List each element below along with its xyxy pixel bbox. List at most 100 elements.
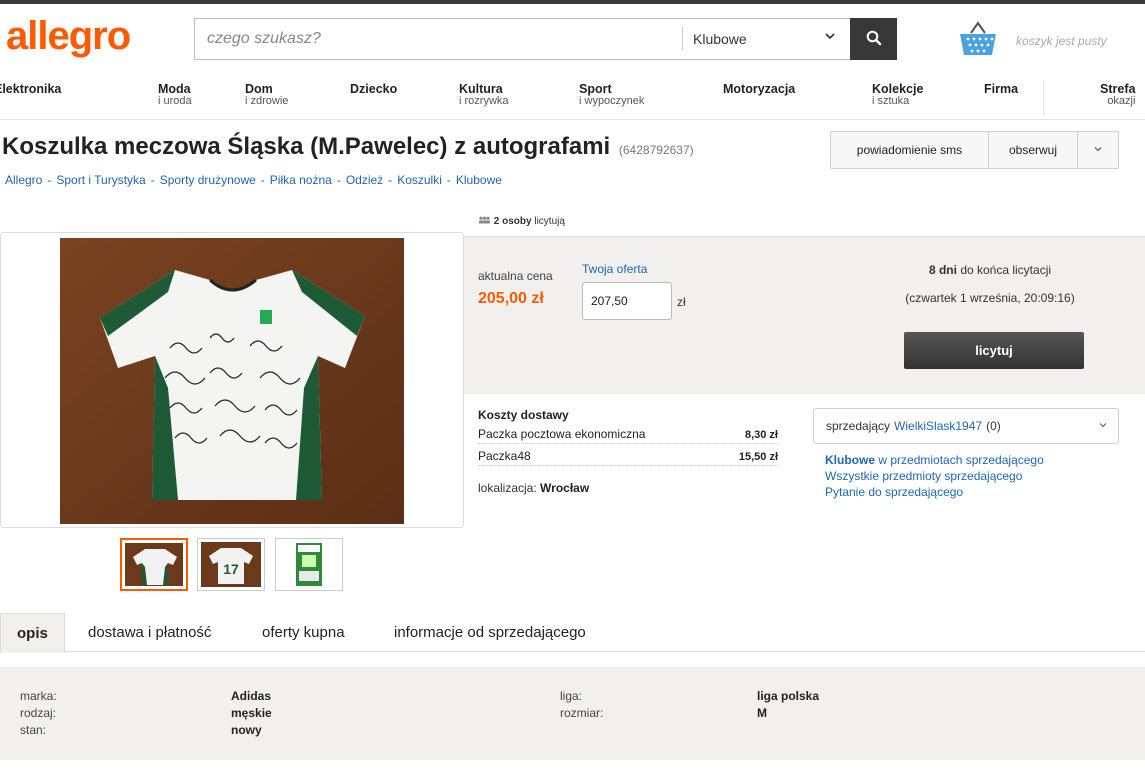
- more-options-button[interactable]: [1078, 132, 1118, 168]
- seller-name-link[interactable]: WielkiSlask1947: [894, 419, 982, 433]
- param-label: liga:: [560, 689, 583, 703]
- category-divider: [1043, 80, 1044, 116]
- category-kultura[interactable]: Kultura i rozrywka: [459, 83, 509, 107]
- seller-all-items-link[interactable]: Wszystkie przedmioty sprzedającego: [825, 468, 1044, 484]
- param-label: stan:: [20, 723, 47, 737]
- tab-opis[interactable]: opis: [0, 613, 65, 653]
- category-dziecko[interactable]: Dziecko: [350, 83, 397, 96]
- category-sublabel: okazji: [1107, 95, 1136, 107]
- basket-status[interactable]: koszyk jest pusty: [1016, 34, 1107, 48]
- category-moda[interactable]: Moda i uroda: [158, 83, 192, 107]
- seller-category-bold: Klubowe: [825, 453, 875, 467]
- seller-prefix: sprzedający: [826, 419, 891, 433]
- bid-amount-input[interactable]: [582, 282, 672, 320]
- category-motoryzacja[interactable]: Motoryzacja: [723, 82, 796, 96]
- breadcrumb-item[interactable]: Sporty drużynowe: [160, 173, 256, 187]
- time-left: 8 dni do końca licytacji: [840, 263, 1140, 277]
- category-select[interactable]: Klubowe: [682, 27, 850, 51]
- category-label: Moda: [158, 82, 191, 96]
- location-value: Wrocław: [540, 481, 590, 495]
- category-label: Motoryzacja: [723, 82, 796, 96]
- days-left-suffix: do końca licytacji: [960, 263, 1052, 277]
- category-select-value: Klubowe: [693, 31, 747, 47]
- category-label: Sport: [579, 82, 612, 96]
- param-value: nowy: [231, 723, 262, 737]
- category-elektronika[interactable]: Elektronika: [0, 82, 62, 96]
- bidders-count: 2 osoby: [493, 216, 532, 227]
- breadcrumb-separator: -: [336, 173, 341, 187]
- breadcrumb: Allegro - Sport i Turystyka - Sporty drużyno…: [5, 173, 502, 187]
- page-title: Koszulka meczowa Śląska (M.Pawelec) z au…: [2, 133, 694, 161]
- search-button[interactable]: [850, 18, 897, 60]
- category-dom[interactable]: Dom i zdrowie: [245, 83, 288, 107]
- category-nav: Elektronika Moda i uroda Dom i zdrowie Dzi…: [0, 80, 1145, 120]
- thumbnail-2[interactable]: 17: [197, 538, 265, 591]
- end-date: (czwartek 1 września, 20:09:16): [905, 291, 1075, 305]
- chevron-down-icon: [1093, 143, 1103, 157]
- svg-text:17: 17: [223, 561, 239, 577]
- category-label: Firma: [984, 82, 1019, 96]
- shipping-option: Paczka pocztowa ekonomiczna 8,30 zł: [478, 426, 778, 444]
- allegro-logo[interactable]: allegro: [6, 14, 131, 59]
- tab-seller-info[interactable]: informacje od sprzedającego: [394, 613, 586, 652]
- shipping-costs: Koszty dostawy Paczka pocztowa ekonomicz…: [464, 395, 799, 531]
- ask-seller-link[interactable]: Pytanie do sprzedającego: [825, 484, 1044, 500]
- param-label: marka:: [20, 689, 57, 703]
- category-sublabel: i uroda: [158, 95, 192, 107]
- breadcrumb-item[interactable]: Odzież: [346, 173, 383, 187]
- breadcrumb-item[interactable]: Allegro: [5, 173, 42, 187]
- category-label: Elektronika: [0, 82, 62, 96]
- breadcrumb-item[interactable]: Koszulki: [397, 173, 442, 187]
- search-bar: Klubowe: [194, 18, 897, 60]
- category-sublabel: i rozrywka: [459, 95, 509, 107]
- breadcrumb-item[interactable]: Piłka nożna: [270, 173, 332, 187]
- category-sublabel: i zdrowie: [245, 95, 289, 107]
- watch-button[interactable]: obserwuj: [989, 132, 1078, 168]
- thumbnail-3[interactable]: [275, 538, 343, 591]
- search-input[interactable]: [195, 19, 682, 59]
- bidders-suffix: licytują: [534, 216, 565, 227]
- param-value: męskie: [231, 706, 272, 720]
- seller-category-link[interactable]: Klubowe w przedmiotach sprzedającego: [825, 452, 1044, 468]
- tabs-bar: opis dostawa i płatność oferty kupna inf…: [0, 613, 1145, 653]
- product-gallery: [0, 232, 464, 528]
- chevron-down-icon: [824, 30, 836, 45]
- sms-notification-button[interactable]: powiadomienie sms: [831, 132, 989, 168]
- category-strefa[interactable]: Strefa okazji: [1100, 83, 1135, 107]
- breadcrumb-separator: -: [260, 173, 265, 187]
- category-label: Kolekcje: [872, 82, 924, 96]
- seller-rating: (0): [986, 419, 1001, 433]
- currency-unit: zł: [677, 295, 686, 309]
- location-label: lokalizacja:: [478, 481, 537, 495]
- category-sublabel: i sztuka: [872, 95, 910, 107]
- category-sport[interactable]: Sport i wypoczynek: [579, 83, 644, 107]
- bidders-icon: [478, 216, 494, 227]
- bidders-info: 2 osoby licytują: [478, 216, 565, 227]
- param-label: rodzaj:: [20, 706, 57, 720]
- param-value: Adidas: [231, 689, 272, 703]
- product-photo[interactable]: [60, 238, 404, 524]
- bid-panel: [464, 236, 1145, 394]
- bid-button[interactable]: licytuj: [904, 332, 1084, 369]
- category-firma[interactable]: Firma: [984, 82, 1019, 96]
- offer-title: Koszulka meczowa Śląska (M.Pawelec) z au…: [2, 133, 611, 160]
- seller-links: Klubowe w przedmiotach sprzedającego Wsz…: [825, 452, 1044, 500]
- thumbnail-1[interactable]: [120, 538, 188, 591]
- shipping-option-name: Paczka48: [478, 449, 531, 463]
- category-kolekcje[interactable]: Kolekcje i sztuka: [872, 83, 923, 107]
- tab-purchase-offers[interactable]: oferty kupna: [262, 613, 345, 652]
- breadcrumb-item[interactable]: Klubowe: [456, 173, 502, 187]
- seller-category-rest: w przedmiotach sprzedającego: [878, 453, 1044, 467]
- item-location: lokalizacja: Wrocław: [478, 481, 589, 495]
- your-offer-label[interactable]: Twoja oferta: [582, 262, 647, 276]
- offer-actions: powiadomienie sms obserwuj: [830, 131, 1119, 169]
- breadcrumb-separator: -: [150, 173, 155, 187]
- shipping-option-cost: 15,50 zł: [738, 451, 778, 463]
- tab-delivery-payment[interactable]: dostawa i płatność: [88, 613, 211, 652]
- breadcrumb-item[interactable]: Sport i Turystyka: [56, 173, 145, 187]
- basket-icon[interactable]: [956, 20, 1000, 58]
- param-value: liga polska: [757, 689, 820, 703]
- offer-id: (6428792637): [618, 143, 694, 157]
- shipping-title: Koszty dostawy: [478, 408, 569, 422]
- seller-dropdown[interactable]: sprzedający WielkiSlask1947 (0): [813, 408, 1119, 444]
